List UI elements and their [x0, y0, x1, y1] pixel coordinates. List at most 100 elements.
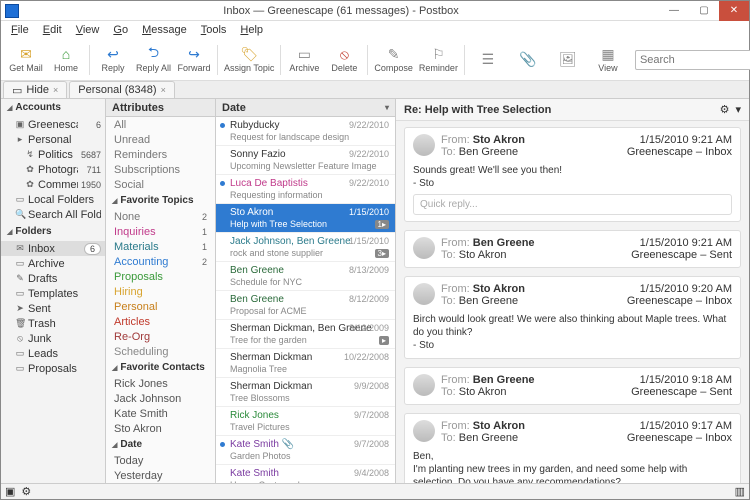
tree-item-templates[interactable]: ▭Templates — [1, 286, 105, 301]
attach-button[interactable]: 📎 — [509, 41, 547, 79]
message-row[interactable]: Sherman DickmanTree Blossoms9/9/2008 — [216, 378, 395, 407]
getmail-button[interactable]: ✉Get Mail — [7, 41, 45, 79]
assigntopic-icon: 🏷 — [241, 46, 257, 62]
home-button[interactable]: ⌂Home — [47, 41, 85, 79]
tree-item-trash[interactable]: 🗑Trash — [1, 316, 105, 331]
message-row[interactable]: RubyduckyRequest for landscape design9/2… — [216, 117, 395, 146]
views-button[interactable]: ☰ — [469, 41, 507, 79]
tree-item-politics[interactable]: ↯Politics5687 — [1, 147, 105, 162]
contact-rick-jones[interactable]: Rick Jones — [106, 376, 215, 391]
message-row[interactable]: Sto AkronHelp with Tree Selection1/15/20… — [216, 204, 395, 233]
attrib-social[interactable]: Social — [106, 177, 215, 192]
message-row[interactable]: Kate Smith 📎Garden Photos9/7/2008 — [216, 436, 395, 465]
attrib-all[interactable]: All — [106, 117, 215, 132]
conversation-card[interactable]: From: Sto AkronTo: Ben Greene1/15/2010 9… — [404, 413, 741, 483]
tree-item-sent[interactable]: ➤Sent — [1, 301, 105, 316]
view-button[interactable]: ▦View — [589, 41, 627, 79]
tab-close-icon[interactable]: × — [53, 85, 58, 95]
conversation-card[interactable]: From: Sto AkronTo: Ben Greene1/15/2010 9… — [404, 127, 741, 222]
contact-kate-smith[interactable]: Kate Smith — [106, 406, 215, 421]
tree-item-proposals[interactable]: ▭Proposals — [1, 361, 105, 376]
message-row[interactable]: Ben GreeneSchedule for NYC8/13/2009 — [216, 262, 395, 291]
conversation-card[interactable]: From: Sto AkronTo: Ben Greene1/15/2010 9… — [404, 276, 741, 359]
topic-hiring[interactable]: Hiring — [106, 284, 215, 299]
tree-item-photography[interactable]: ✿Photography711 — [1, 162, 105, 177]
topic-scheduling[interactable]: Scheduling — [106, 344, 215, 359]
message-row[interactable]: Rick JonesTravel Pictures9/7/2008 — [216, 407, 395, 436]
message-row[interactable]: Sonny FazioUpcoming Newsletter Feature I… — [216, 146, 395, 175]
reminder-button[interactable]: ⚐Reminder — [417, 41, 460, 79]
topic-re-org[interactable]: Re-Org — [106, 329, 215, 344]
archive-button[interactable]: ▭Archive — [285, 41, 323, 79]
menu-view[interactable]: View — [70, 23, 106, 37]
contact-jack-johnson[interactable]: Jack Johnson — [106, 391, 215, 406]
datefilter-yesterday[interactable]: Yesterday — [106, 468, 215, 483]
replyall-button[interactable]: ⮌Reply All — [134, 41, 173, 79]
message-list-header[interactable]: Date▾ — [216, 99, 395, 117]
topic-inquiries[interactable]: Inquiries1 — [106, 224, 215, 239]
tree-item-personal[interactable]: ▸Personal — [1, 132, 105, 147]
folder-icon: 🔍 — [15, 209, 25, 220]
message-row[interactable]: Sherman DickmanMagnolia Tree10/22/2008 — [216, 349, 395, 378]
tree-item-drafts[interactable]: ✎Drafts — [1, 271, 105, 286]
menu-tools[interactable]: Tools — [195, 23, 233, 37]
close-button[interactable]: ✕ — [719, 1, 749, 21]
attrib-subscriptions[interactable]: Subscriptions — [106, 162, 215, 177]
sort-icon[interactable]: ▾ — [385, 103, 389, 112]
message-row[interactable]: Kate SmithHappy Customer!9/4/2008 — [216, 465, 395, 483]
tree-item-search-all-folders[interactable]: 🔍Search All Folders — [1, 207, 105, 222]
reply-button[interactable]: ↩Reply — [94, 41, 132, 79]
topic-materials[interactable]: Materials1 — [106, 239, 215, 254]
forward-button[interactable]: ↪Forward — [175, 41, 213, 79]
menu-file[interactable]: File — [5, 23, 35, 37]
maximize-button[interactable]: ▢ — [689, 1, 719, 21]
message-row[interactable]: Ben GreeneProposal for ACME8/12/2009 — [216, 291, 395, 320]
topic-none[interactable]: None2 — [106, 209, 215, 224]
topic-accounting[interactable]: Accounting2 — [106, 254, 215, 269]
quick-reply-input[interactable]: Quick reply... — [413, 194, 732, 215]
tree-item-greenescape[interactable]: ▣Greenescape6 — [1, 117, 105, 132]
settings-icon[interactable]: ⚙ — [21, 485, 31, 498]
conversation-card[interactable]: From: Ben GreeneTo: Sto Akron1/15/2010 9… — [404, 230, 741, 268]
search-input[interactable] — [635, 50, 750, 70]
tab-0[interactable]: ▭ Hide × — [3, 81, 67, 98]
images-button[interactable]: 🖼 — [549, 41, 587, 79]
status-icon[interactable]: ▣ — [5, 485, 15, 498]
tree-item-junk[interactable]: ⦸Junk — [1, 331, 105, 346]
topic-personal[interactable]: Personal — [106, 299, 215, 314]
topic-articles[interactable]: Articles — [106, 314, 215, 329]
unread-dot-icon — [220, 123, 225, 128]
search-box[interactable]: 🔍 ▾ — [635, 50, 750, 70]
tree-item-commerce[interactable]: ✿Commerce1950 — [1, 177, 105, 192]
conversation-card[interactable]: From: Ben GreeneTo: Sto Akron1/15/2010 9… — [404, 367, 741, 405]
compose-button[interactable]: ✎Compose — [372, 41, 415, 79]
tree-item-archive[interactable]: ▭Archive — [1, 256, 105, 271]
tree-item-inbox[interactable]: ✉Inbox6 — [1, 241, 105, 256]
avatar — [413, 420, 435, 442]
tab-close-icon[interactable]: × — [161, 85, 166, 95]
minimize-button[interactable]: — — [659, 1, 689, 21]
getmail-icon: ✉ — [18, 46, 34, 62]
menu-go[interactable]: Go — [107, 23, 134, 37]
menu-help[interactable]: Help — [234, 23, 269, 37]
datefilter-today[interactable]: Today — [106, 453, 215, 468]
contact-sto-akron[interactable]: Sto Akron — [106, 421, 215, 436]
message-row[interactable]: Luca De BaptistisRequesting information9… — [216, 175, 395, 204]
assigntopic-button[interactable]: 🏷Assign Topic — [222, 41, 276, 79]
attrib-unread[interactable]: Unread — [106, 132, 215, 147]
attrib-reminders[interactable]: Reminders — [106, 147, 215, 162]
topic-proposals[interactable]: Proposals — [106, 269, 215, 284]
tab-1[interactable]: Personal (8348) × — [69, 81, 175, 98]
status-right-icon[interactable]: ▥ — [735, 485, 745, 498]
menu-message[interactable]: Message — [136, 23, 193, 37]
message-row[interactable]: Jack Johnson, Ben Greenerock and stone s… — [216, 233, 395, 262]
menu-edit[interactable]: Edit — [37, 23, 68, 37]
folder-icon: ▭ — [15, 258, 25, 269]
tree-item-local-folders[interactable]: ▭Local Folders — [1, 192, 105, 207]
expand-icon[interactable]: ▾ — [735, 103, 741, 116]
message-row[interactable]: Sherman Dickman, Ben GreeneTree for the … — [216, 320, 395, 349]
delete-button[interactable]: ⦸Delete — [325, 41, 363, 79]
folder-icon: ▭ — [15, 288, 25, 299]
tree-item-leads[interactable]: ▭Leads — [1, 346, 105, 361]
gear-icon[interactable]: ⚙ — [720, 103, 730, 116]
